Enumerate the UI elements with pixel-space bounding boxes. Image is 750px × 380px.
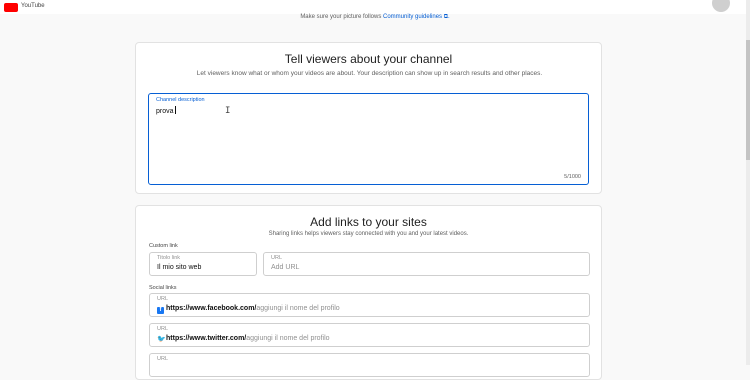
social-url-label: URL xyxy=(157,356,169,362)
text-cursor-icon: I xyxy=(225,106,231,116)
top-bar: YouTube xyxy=(0,0,750,14)
social-url-field[interactable]: URL xyxy=(149,353,590,377)
link-url-label: URL xyxy=(271,255,283,261)
twitter-icon: 🐦 xyxy=(157,336,166,343)
facebook-icon: f xyxy=(157,307,164,314)
facebook-url-base: https://www.facebook.com/ xyxy=(166,305,257,312)
youtube-logo-icon[interactable] xyxy=(4,3,18,12)
community-guidelines-link[interactable]: Community guidelines ⧉. xyxy=(383,14,450,20)
links-subtitle: Sharing links helps viewers stay connect… xyxy=(268,231,469,237)
twitter-url-field[interactable]: URL 🐦https://www.twitter.com/aggiungi il… xyxy=(149,323,590,347)
facebook-url-input[interactable]: f https://www.facebook.com/aggiungi il no… xyxy=(157,305,340,314)
social-links-label: Social links xyxy=(149,285,177,291)
links-card: Add links to your sites Sharing links he… xyxy=(135,205,602,380)
link-url-field[interactable]: URL Add URL xyxy=(263,252,590,276)
picture-guidelines-notice: Make sure your picture follows Community… xyxy=(0,14,750,21)
text-caret xyxy=(174,106,176,114)
twitter-url-base: https://www.twitter.com/ xyxy=(166,335,247,342)
about-title: Tell viewers about your channel xyxy=(284,52,453,66)
channel-description-field[interactable]: Channel description prova I 5/1000 xyxy=(148,93,589,185)
links-title: Add links to your sites xyxy=(310,215,427,229)
custom-link-label: Custom link xyxy=(149,243,178,249)
app-name: YouTube xyxy=(21,3,45,9)
notice-text: Make sure your picture follows xyxy=(300,14,384,20)
twitter-url-input[interactable]: 🐦https://www.twitter.com/aggiungi il nom… xyxy=(157,335,330,343)
about-channel-card: Tell viewers about your channel Let view… xyxy=(135,42,602,194)
description-value: prova xyxy=(156,108,174,115)
facebook-url-field[interactable]: URL f https://www.facebook.com/aggiungi i… xyxy=(149,293,590,317)
link-title-field[interactable]: Titolo link Il mio sito web xyxy=(149,252,257,276)
description-input[interactable]: prova xyxy=(156,106,176,115)
scrollbar-thumb[interactable] xyxy=(746,40,750,160)
page-scrollbar[interactable] xyxy=(746,0,750,365)
facebook-url-label: URL xyxy=(157,296,169,302)
facebook-url-hint: aggiungi il nome del profilo xyxy=(256,305,340,312)
avatar[interactable] xyxy=(712,0,730,12)
twitter-url-hint: aggiungi il nome del profilo xyxy=(246,335,330,342)
about-subtitle: Let viewers know what or whom your video… xyxy=(196,70,543,77)
character-counter: 5/1000 xyxy=(564,174,581,180)
description-label: Channel description xyxy=(156,97,205,103)
link-title-input[interactable]: Il mio sito web xyxy=(157,264,201,271)
link-url-input[interactable]: Add URL xyxy=(271,264,299,271)
twitter-url-label: URL xyxy=(157,326,169,332)
link-title-label: Titolo link xyxy=(157,255,181,261)
